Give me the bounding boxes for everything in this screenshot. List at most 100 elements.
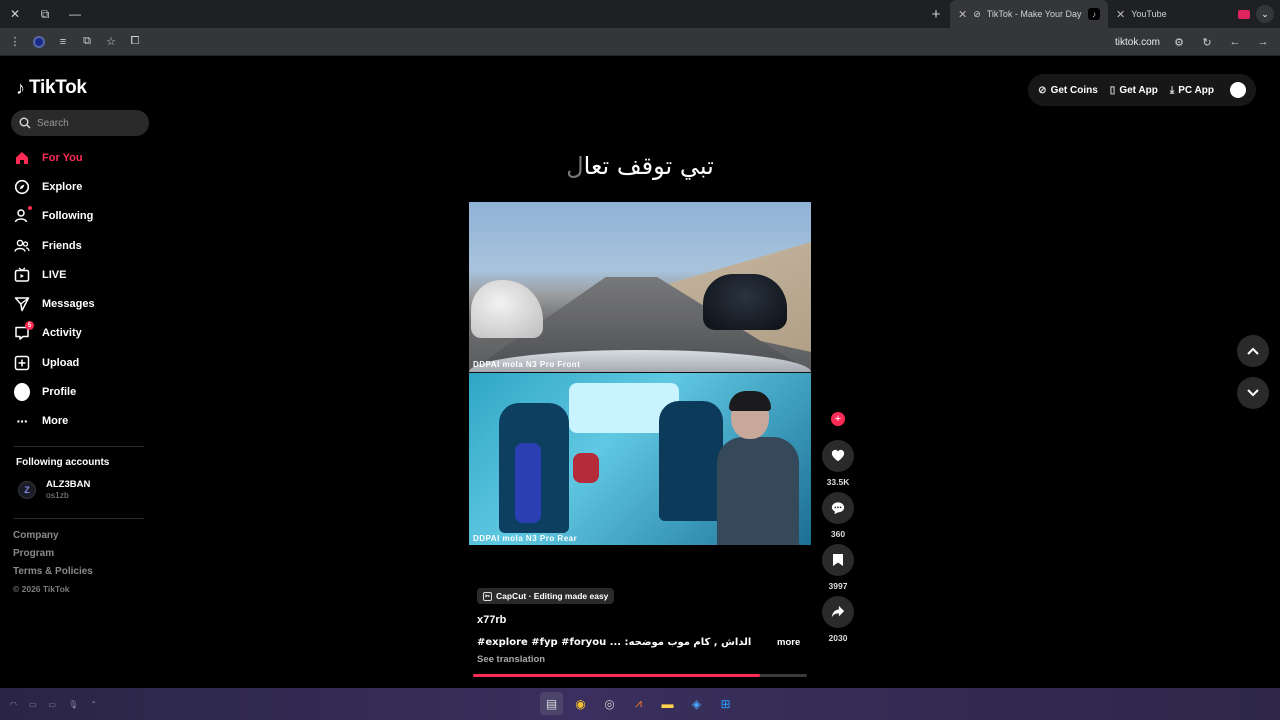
- obs-icon[interactable]: ◎: [598, 692, 621, 715]
- search-box[interactable]: [11, 110, 149, 136]
- dark-car: [703, 274, 787, 330]
- video-progress-bar[interactable]: [473, 674, 807, 677]
- avatar-icon: [14, 383, 30, 402]
- video-overlay-text: تبي توقف تعال: [469, 152, 811, 180]
- minimize-window-icon[interactable]: —: [60, 0, 90, 28]
- taskbar-apps: ▤ ◉ ◎ ⩘ ▬ ◈ ⊞: [540, 692, 737, 715]
- back-icon[interactable]: ←: [1224, 31, 1246, 53]
- system-tray: ◠ ▭ ▭ 🎙 ⌃: [10, 688, 97, 720]
- live-tv-icon: [14, 267, 30, 283]
- feed-navigation: [1237, 335, 1269, 419]
- see-translation-link[interactable]: See translation: [477, 654, 545, 665]
- author-name[interactable]: x77rb: [477, 614, 506, 626]
- sidebar-item-explore[interactable]: Explore: [14, 172, 154, 201]
- install-app-icon[interactable]: ⧠: [124, 31, 146, 53]
- sidebar-item-following[interactable]: Following: [14, 202, 154, 231]
- comment-count: 360: [830, 529, 846, 539]
- sidebar-item-upload[interactable]: Upload: [14, 348, 154, 377]
- copyright: © 2026 TikTok: [13, 584, 70, 594]
- account-handle: os1zb: [46, 490, 69, 500]
- download-icon: ⤓: [1169, 84, 1175, 96]
- tab-youtube[interactable]: ✕ YouTube: [1108, 0, 1238, 28]
- folder-icon[interactable]: ▬: [656, 692, 679, 715]
- following-account-item[interactable]: Z ALZ3BAN os1zb: [18, 479, 90, 500]
- pc-app-button[interactable]: ⤓ PC App: [1170, 85, 1214, 96]
- close-tab-icon[interactable]: ✕: [1116, 8, 1125, 21]
- share-icon: [822, 596, 854, 628]
- profile-icon[interactable]: [28, 31, 50, 53]
- site-settings-icon[interactable]: ⚙: [1168, 31, 1190, 53]
- search-icon: [19, 117, 31, 129]
- footer-link-program[interactable]: Program: [13, 548, 93, 566]
- bookmark-star-icon[interactable]: ☆: [100, 31, 122, 53]
- capcut-badge[interactable]: ✂ CapCut · Editing made easy: [477, 588, 615, 604]
- url-text[interactable]: tiktok.com: [1115, 37, 1160, 48]
- caption-more-button[interactable]: more: [777, 637, 800, 648]
- tiktok-page: ♪ TikTok For You Explore Following: [0, 57, 1280, 688]
- app-a-icon[interactable]: ⩘: [627, 692, 650, 715]
- forward-icon[interactable]: →: [1252, 31, 1274, 53]
- front-camera-label: DDPAI mola N3 Pro Front: [473, 360, 581, 369]
- sidebar-item-label: More: [42, 415, 69, 428]
- footer-link-terms[interactable]: Terms & Policies: [13, 566, 93, 584]
- sidebar-item-label: Upload: [42, 356, 80, 369]
- get-app-button[interactable]: ▯ Get App: [1110, 85, 1158, 96]
- white-car: [471, 280, 543, 338]
- sidebar-item-activity[interactable]: 5 Activity: [14, 319, 154, 348]
- save-count: 3997: [828, 581, 848, 591]
- reload-icon[interactable]: ↻: [1196, 31, 1218, 53]
- activity-badge: 5: [25, 321, 34, 331]
- tab-tiktok[interactable]: ✕ ⊘ TikTok - Make Your Day ♪: [950, 0, 1108, 28]
- close-window-icon[interactable]: ✕: [0, 0, 30, 28]
- sidebar-item-more[interactable]: ··· More: [14, 407, 154, 436]
- theme-toggle[interactable]: [1230, 82, 1246, 98]
- chrome-icon[interactable]: ◉: [569, 692, 592, 715]
- sidebar-item-label: Messages: [42, 298, 95, 311]
- header-actions: ⊘ Get Coins ▯ Get App ⤓ PC App: [1028, 74, 1256, 106]
- share-button[interactable]: 2030: [822, 596, 854, 643]
- share-count: 2030: [828, 633, 848, 643]
- extensions-icon[interactable]: ⧉: [76, 31, 98, 53]
- address-bar: ⋮ ≡ ⧉ ☆ ⧠ tiktok.com ⚙ ↻ ← →: [0, 28, 1280, 56]
- app-layers-icon[interactable]: ◈: [685, 692, 708, 715]
- reading-list-icon[interactable]: ≡: [52, 31, 74, 53]
- account-name: ALZ3BAN: [46, 479, 91, 490]
- video-player[interactable]: DDPAI mola N3 Pro Front DDPAI mola N3 Pr…: [469, 202, 811, 545]
- tiktok-logo[interactable]: ♪ TikTok: [16, 77, 87, 99]
- logo-text: TikTok: [29, 77, 87, 98]
- menu-dots-icon[interactable]: ⋮: [4, 31, 26, 53]
- sidebar-item-profile[interactable]: Profile: [14, 377, 154, 406]
- tab-search-icon[interactable]: ⌄: [1256, 5, 1274, 23]
- sidebar-item-for-you[interactable]: For You: [14, 143, 154, 172]
- tab-title: TikTok - Make Your Day: [986, 9, 1082, 19]
- video-progress-fill: [473, 674, 761, 677]
- app-files-icon[interactable]: ▤: [540, 692, 563, 715]
- like-button[interactable]: 33.5K: [822, 440, 854, 487]
- microphone-icon[interactable]: 🎙: [68, 700, 78, 709]
- avatar: Z: [18, 480, 36, 499]
- close-tab-icon[interactable]: ✕: [958, 8, 967, 21]
- audio-icon: ⊘: [973, 8, 981, 19]
- sidebar-item-messages[interactable]: Messages: [14, 289, 154, 318]
- wifi-icon[interactable]: ◠: [10, 700, 17, 709]
- chevron-down-icon[interactable]: [1237, 377, 1269, 409]
- sidebar-item-live[interactable]: LIVE: [14, 260, 154, 289]
- sidebar-item-friends[interactable]: Friends: [14, 231, 154, 260]
- coin-icon: ⊘: [1038, 84, 1047, 96]
- new-tab-icon[interactable]: +: [922, 0, 950, 28]
- home-icon: [14, 150, 30, 166]
- chevron-up-icon[interactable]: [1237, 335, 1269, 367]
- chevron-up-icon[interactable]: ⌃: [90, 700, 97, 709]
- footer-link-company[interactable]: Company: [13, 530, 93, 548]
- restore-window-icon[interactable]: ⧉: [30, 0, 60, 28]
- sidebar-item-label: Explore: [42, 180, 83, 193]
- battery-icon[interactable]: ▭: [49, 700, 57, 709]
- monitor-icon[interactable]: ▭: [29, 700, 37, 709]
- follow-plus-icon[interactable]: +: [831, 412, 845, 426]
- get-coins-button[interactable]: ⊘ Get Coins: [1038, 85, 1098, 96]
- comment-button[interactable]: 360: [822, 492, 854, 539]
- search-input[interactable]: [37, 117, 137, 129]
- tiktok-note-icon: ♪: [16, 77, 25, 98]
- windows-start-icon[interactable]: ⊞: [714, 692, 737, 715]
- save-button[interactable]: 3997: [822, 544, 854, 591]
